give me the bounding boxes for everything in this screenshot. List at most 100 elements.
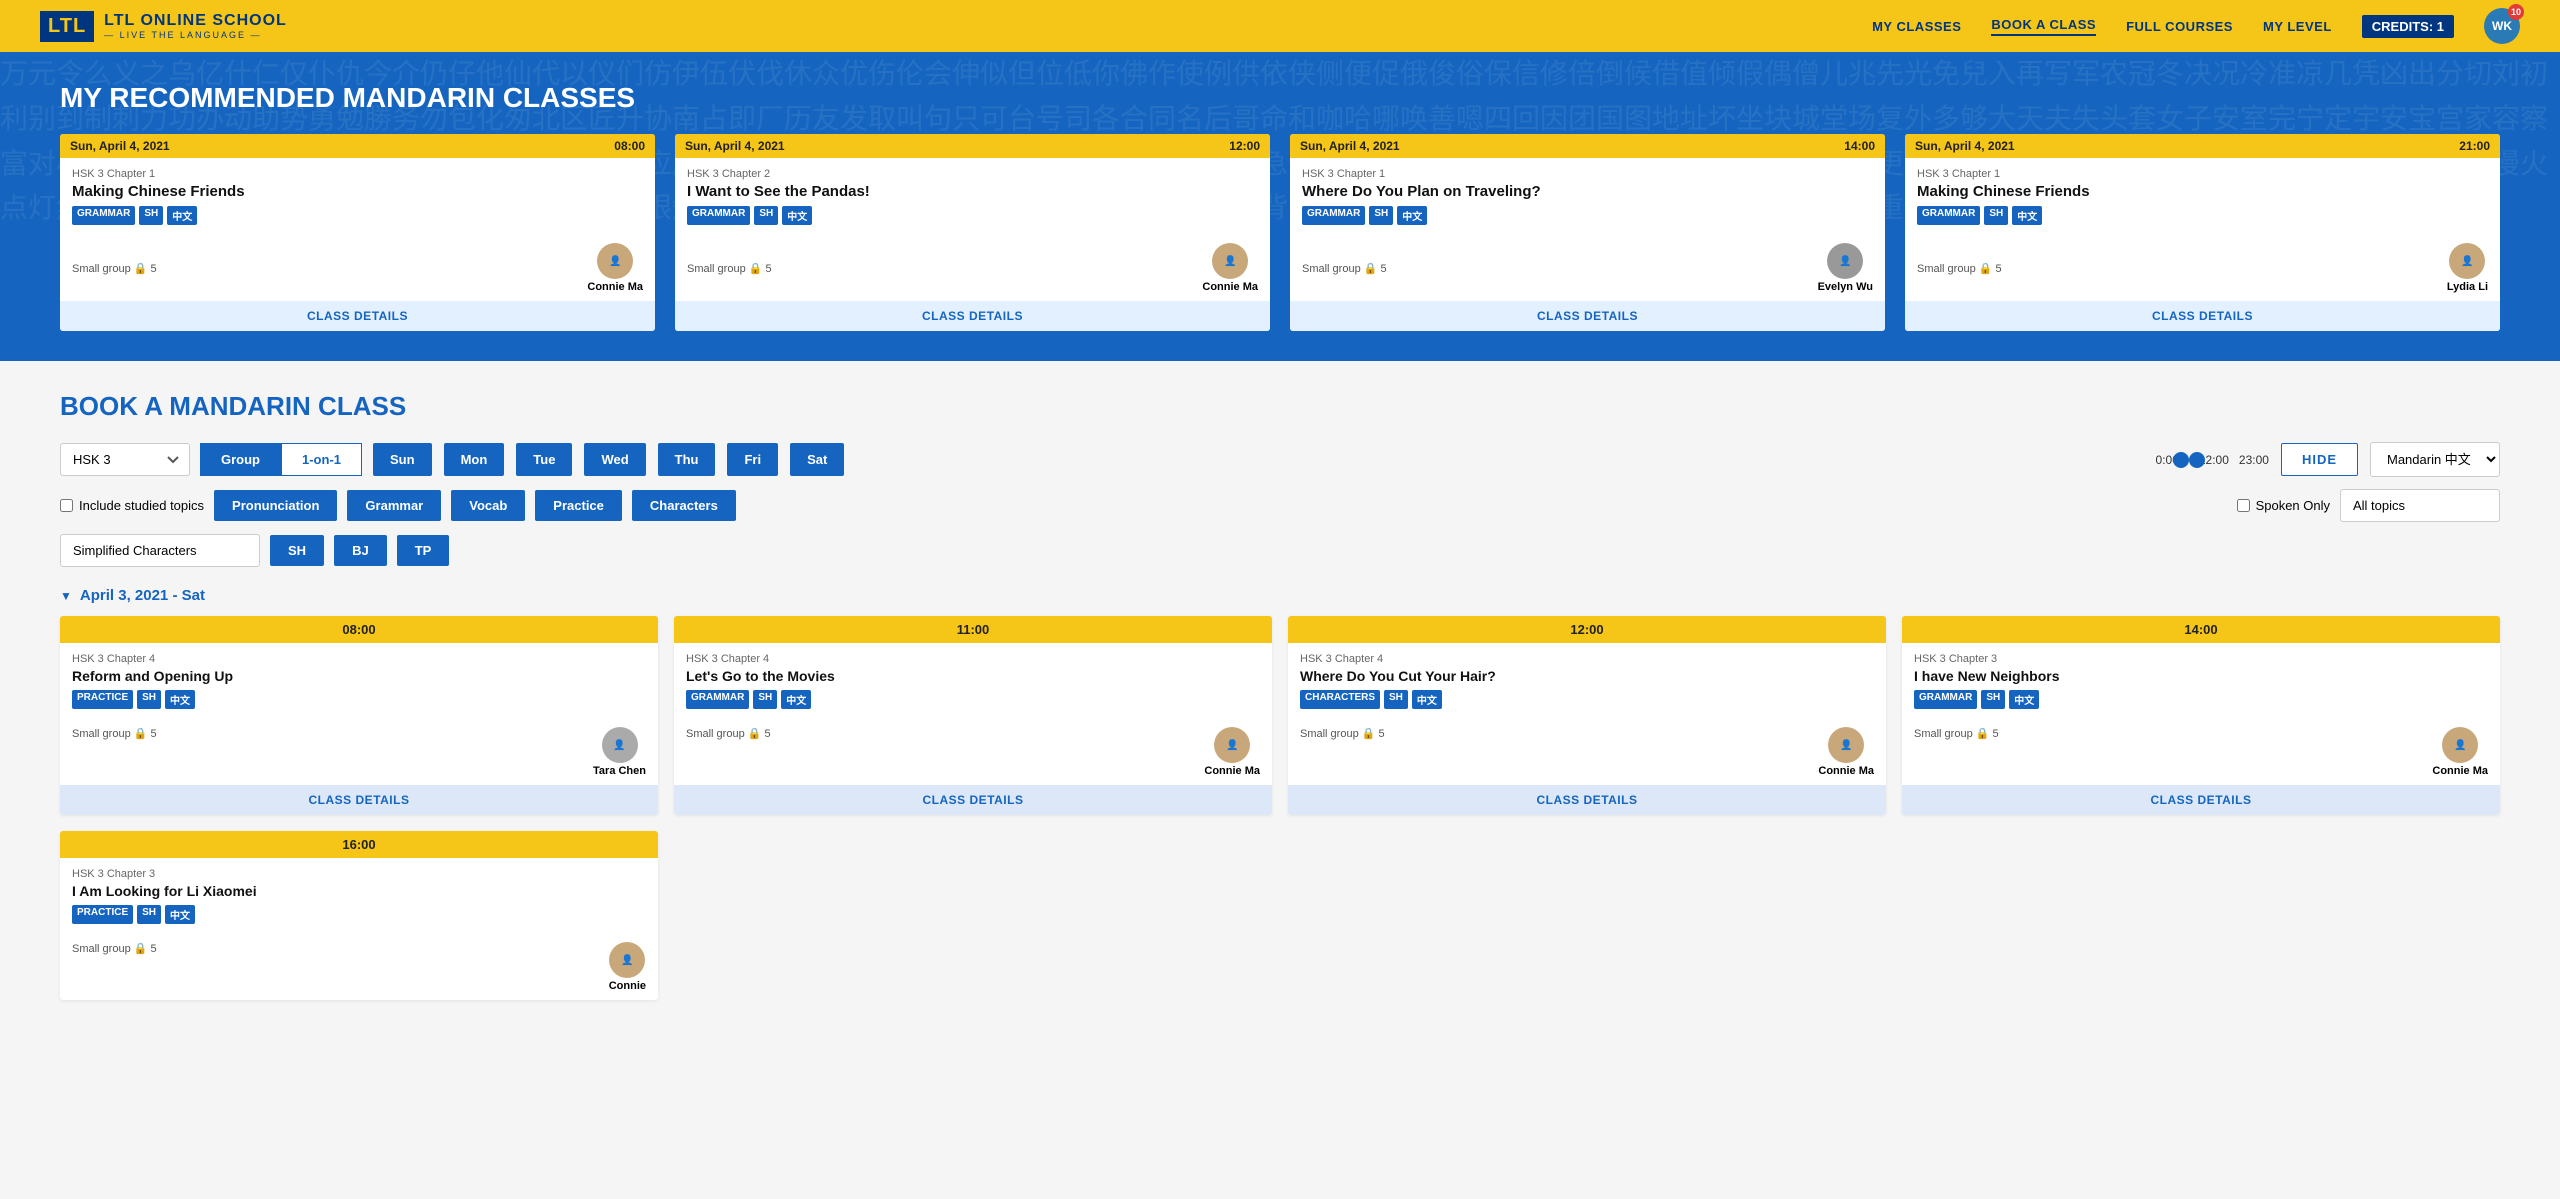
hero-card-3-teacher-name: Evelyn Wu — [1818, 281, 1873, 293]
hero-card-1-time: 08:00 — [614, 139, 645, 153]
class-card-5-tags: PRACTICE SH 中文 — [72, 905, 646, 924]
hero-card-4-header: Sun, April 4, 2021 21:00 — [1905, 134, 2500, 158]
tag-zh: 中文 — [781, 690, 811, 709]
tag-practice: PRACTICE — [72, 690, 133, 709]
day-mon[interactable]: Mon — [444, 443, 505, 476]
class-card-4: 14:00 HSK 3 Chapter 3 I have New Neighbo… — [1902, 616, 2500, 815]
nav-my-classes[interactable]: MY CLASSES — [1872, 19, 1961, 34]
all-topics-select[interactable]: All topics — [2340, 489, 2500, 522]
day-fri[interactable]: Fri — [727, 443, 778, 476]
hero-card-3-tags: GRAMMAR SH 中文 — [1302, 206, 1873, 225]
class-card-2-body: HSK 3 Chapter 4 Let's Go to the Movies G… — [674, 643, 1272, 727]
class-card-1-small-group: Small group 🔒 5 — [72, 727, 157, 740]
variant-sh[interactable]: SH — [270, 535, 324, 566]
variant-tp[interactable]: TP — [397, 535, 450, 566]
topic-pronunciation[interactable]: Pronunciation — [214, 490, 337, 521]
tag-sh: SH — [137, 905, 161, 924]
hsk-select[interactable]: HSK 3 HSK 1 HSK 2 HSK 4 HSK 5 HSK 6 — [60, 443, 190, 476]
day-wed[interactable]: Wed — [584, 443, 645, 476]
tag-sh: SH — [1984, 206, 2008, 225]
day-sun[interactable]: Sun — [373, 443, 432, 476]
main-content: BOOK A MANDARIN CLASS HSK 3 HSK 1 HSK 2 … — [0, 361, 2560, 1050]
class-card-4-teacher-name: Connie Ma — [2432, 765, 2488, 777]
hero-card-1-footer: Small group 🔒 5 👤 Connie Ma — [60, 243, 655, 301]
include-studied-checkbox[interactable] — [60, 499, 73, 512]
hero-card-2-details-btn[interactable]: CLASS DETAILS — [675, 301, 1270, 331]
hero-title: MY RECOMMENDED MANDARIN CLASSES — [60, 82, 2500, 114]
hero-card-3-teacher-avatar: 👤 — [1827, 243, 1863, 279]
nav-my-level[interactable]: MY LEVEL — [2263, 19, 2332, 34]
hero-card-4-teacher-name: Lydia Li — [2447, 281, 2488, 293]
class-card-2-teacher-name: Connie Ma — [1204, 765, 1260, 777]
topic-practice[interactable]: Practice — [535, 490, 622, 521]
nav-full-courses[interactable]: FULL COURSES — [2126, 19, 2233, 34]
topic-grammar[interactable]: Grammar — [347, 490, 441, 521]
hero-card-4-time: 21:00 — [2459, 139, 2490, 153]
hide-btn[interactable]: HIDE — [2281, 443, 2358, 476]
language-select[interactable]: Mandarin 中文 Cantonese Japanese — [2370, 442, 2500, 477]
hero-card-4-details-btn[interactable]: CLASS DETAILS — [1905, 301, 2500, 331]
group-btn[interactable]: Group — [200, 443, 281, 476]
avatar[interactable]: WK 10 — [2484, 8, 2520, 44]
class-card-5-small-group: Small group 🔒 5 — [72, 942, 157, 955]
hero-card-3-details-btn[interactable]: CLASS DETAILS — [1290, 301, 1885, 331]
hero-card-1-details-btn[interactable]: CLASS DETAILS — [60, 301, 655, 331]
class-card-4-teacher-avatar: 👤 — [2442, 727, 2478, 763]
spoken-only-label[interactable]: Spoken Only — [2237, 498, 2330, 513]
include-studied-label[interactable]: Include studied topics — [60, 498, 204, 513]
date-header[interactable]: ▼ April 3, 2021 - Sat — [60, 587, 2500, 604]
date-label: April 3, 2021 - Sat — [80, 587, 205, 604]
class-card-5-teacher-name: Connie — [609, 980, 646, 992]
day-sat[interactable]: Sat — [790, 443, 844, 476]
tag-grammar: GRAMMAR — [1917, 206, 1980, 225]
class-card-5-chapter: HSK 3 Chapter 3 — [72, 868, 646, 880]
hero-card-3-small-group: Small group 🔒 5 — [1302, 262, 1387, 275]
time-thumb-right[interactable] — [2173, 452, 2189, 468]
class-card-2-details-btn[interactable]: CLASS DETAILS — [674, 785, 1272, 815]
tag-grammar: GRAMMAR — [687, 206, 750, 225]
time-thumb-left[interactable] — [2189, 452, 2205, 468]
tag-sh: SH — [137, 690, 161, 709]
day-tue[interactable]: Tue — [516, 443, 572, 476]
class-card-3-details-btn[interactable]: CLASS DETAILS — [1288, 785, 1886, 815]
topic-vocab[interactable]: Vocab — [451, 490, 525, 521]
filters-right: 0:00 12:00 23:00 HIDE Mandarin 中文 Canton… — [2156, 442, 2500, 477]
class-card-5-body: HSK 3 Chapter 3 I Am Looking for Li Xiao… — [60, 858, 658, 942]
class-card-1-teacher-name: Tara Chen — [593, 765, 646, 777]
variant-bj[interactable]: BJ — [334, 535, 387, 566]
filters-row-3: Simplified Characters Traditional Charac… — [60, 534, 2500, 567]
date-collapse-icon: ▼ — [60, 589, 72, 603]
hero-card-1: Sun, April 4, 2021 08:00 HSK 3 Chapter 1… — [60, 134, 655, 331]
day-thu[interactable]: Thu — [658, 443, 716, 476]
class-card-3-tags: CHARACTERS SH 中文 — [1300, 690, 1874, 709]
class-card-4-small-group: Small group 🔒 5 — [1914, 727, 1999, 740]
spoken-only-text: Spoken Only — [2256, 498, 2330, 513]
tag-sh: SH — [754, 206, 778, 225]
hero-card-4-chapter: HSK 3 Chapter 1 — [1917, 168, 2488, 180]
class-card-2: 11:00 HSK 3 Chapter 4 Let's Go to the Mo… — [674, 616, 1272, 815]
class-card-4-body: HSK 3 Chapter 3 I have New Neighbors GRA… — [1902, 643, 2500, 727]
hero-card-1-header: Sun, April 4, 2021 08:00 — [60, 134, 655, 158]
tag-sh: SH — [139, 206, 163, 225]
class-card-1-details-btn[interactable]: CLASS DETAILS — [60, 785, 658, 815]
logo-area[interactable]: LTL LTL ONLINE SCHOOL — LIVE THE LANGUAG… — [40, 11, 287, 42]
class-grid-row-2: 16:00 HSK 3 Chapter 3 I Am Looking for L… — [60, 831, 2500, 1000]
one-on-one-btn[interactable]: 1-on-1 — [281, 443, 362, 476]
filters-row-1: HSK 3 HSK 1 HSK 2 HSK 4 HSK 5 HSK 6 Grou… — [60, 442, 2500, 477]
logo-sub: — LIVE THE LANGUAGE — — [104, 30, 287, 40]
hero-card-1-small-group: Small group 🔒 5 — [72, 262, 157, 275]
class-card-4-chapter: HSK 3 Chapter 3 — [1914, 653, 2488, 665]
class-card-4-details-btn[interactable]: CLASS DETAILS — [1902, 785, 2500, 815]
class-card-3: 12:00 HSK 3 Chapter 4 Where Do You Cut Y… — [1288, 616, 1886, 815]
hero-card-2-teacher-name: Connie Ma — [1202, 281, 1258, 293]
nav-book-class[interactable]: BOOK A CLASS — [1991, 17, 2096, 36]
tag-grammar: GRAMMAR — [1914, 690, 1977, 709]
topic-characters[interactable]: Characters — [632, 490, 736, 521]
date-section: ▼ April 3, 2021 - Sat 08:00 HSK 3 Chapte… — [60, 587, 2500, 1000]
hero-card-1-tags: GRAMMAR SH 中文 — [72, 206, 643, 225]
tag-zh: 中文 — [1397, 206, 1427, 225]
spoken-only-checkbox[interactable] — [2237, 499, 2250, 512]
hero-card-3-body: HSK 3 Chapter 1 Where Do You Plan on Tra… — [1290, 158, 1885, 243]
hero-card-2-teacher-avatar: 👤 — [1212, 243, 1248, 279]
char-select[interactable]: Simplified Characters Traditional Charac… — [60, 534, 260, 567]
